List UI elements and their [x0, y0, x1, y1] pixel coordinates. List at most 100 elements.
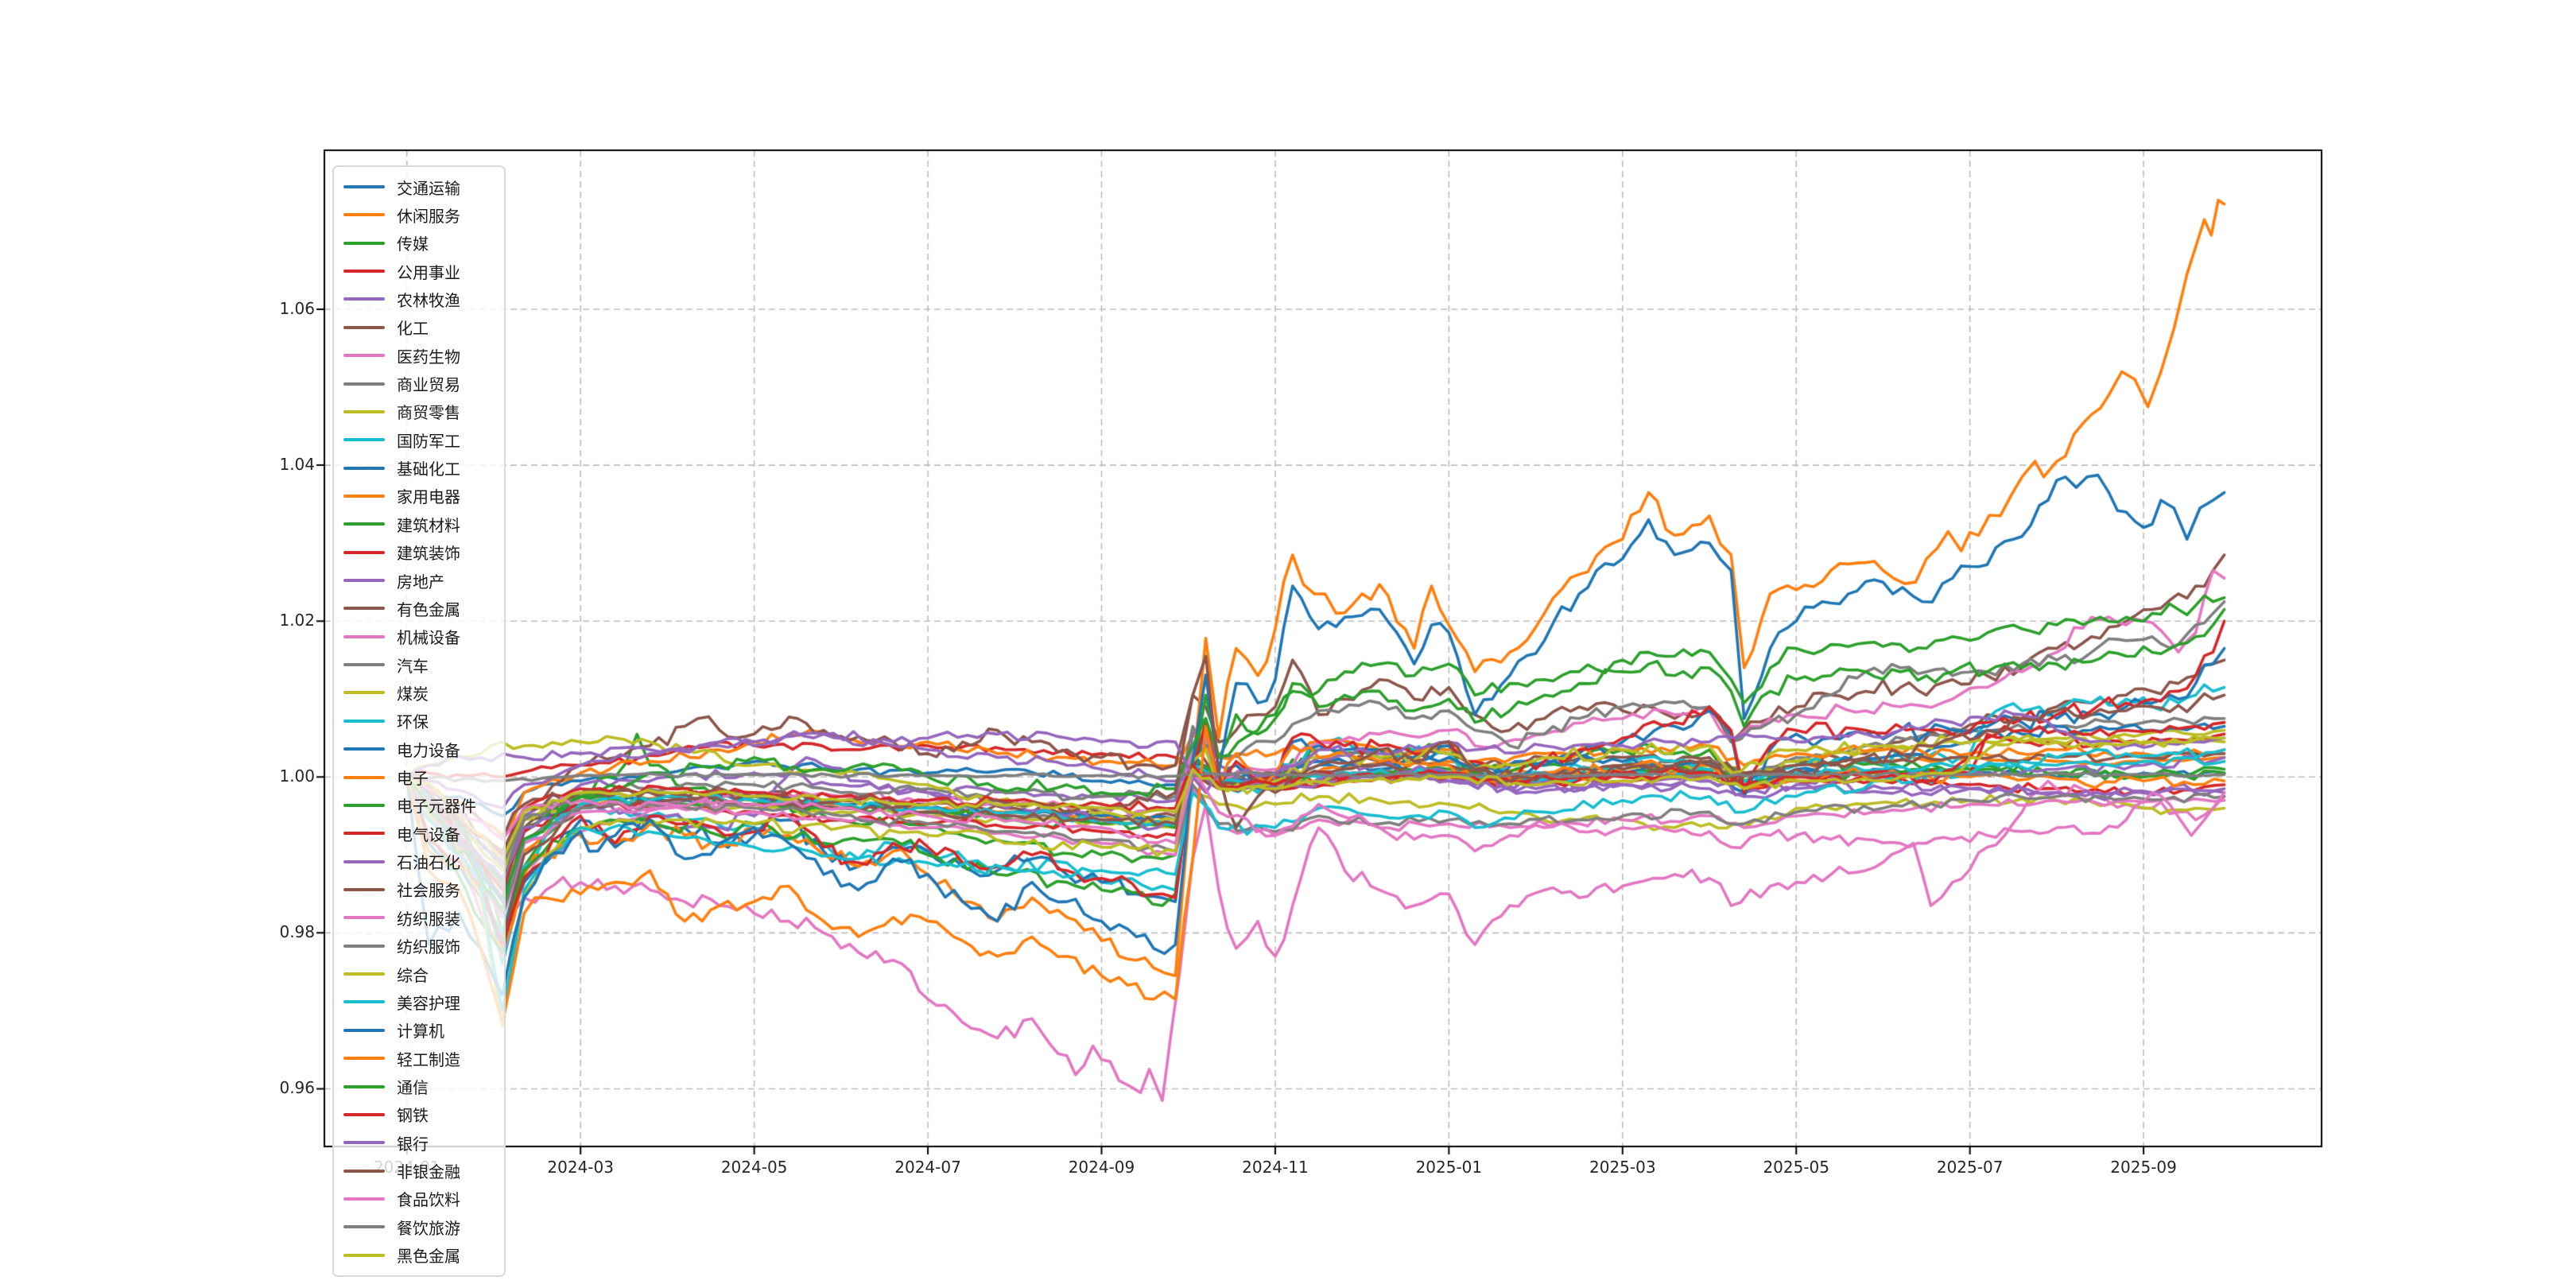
legend-line-swatch: [343, 185, 385, 188]
legend-item-label: 食品饮料: [397, 1187, 460, 1210]
legend-item: 有色金属: [334, 595, 504, 622]
legend-item-label: 社会服务: [397, 878, 460, 901]
legend-item-label: 有色金属: [397, 597, 460, 620]
legend-item: 纺织服装: [334, 904, 504, 931]
legend-item: 黑色金属: [334, 1242, 504, 1269]
legend-item-label: 纺织服装: [397, 906, 460, 929]
legend-line-swatch: [343, 551, 385, 554]
legend-item: 钢铁: [334, 1101, 504, 1128]
legend-item-label: 黑色金属: [397, 1243, 460, 1267]
legend-item: 建筑材料: [334, 510, 504, 537]
legend-item-label: 国防军工: [397, 429, 460, 452]
legend-line-swatch: [343, 297, 385, 301]
x-tick-label: 2024-11: [1212, 1158, 1339, 1177]
legend-line-swatch: [343, 438, 385, 441]
legend-item: 社会服务: [334, 876, 504, 903]
legend-item: 国防军工: [334, 426, 504, 453]
legend-item: 商贸零售: [334, 398, 504, 425]
legend-line-swatch: [343, 382, 385, 386]
legend-item-label: 石油石化: [397, 850, 460, 873]
legend-line-swatch: [343, 270, 385, 273]
legend-item-label: 环保: [397, 709, 429, 732]
legend-line-swatch: [343, 1000, 385, 1003]
legend-line-swatch: [343, 1254, 385, 1257]
legend-item: 房地产: [334, 567, 504, 594]
legend-item: 休闲服务: [334, 201, 504, 228]
legend-item-label: 家用电器: [397, 484, 460, 507]
legend-line-swatch: [343, 888, 385, 891]
legend-line-swatch: [343, 635, 385, 638]
legend-line-swatch: [343, 354, 385, 357]
legend-item: 商业贸易: [334, 370, 504, 398]
legend-item: 计算机: [334, 1017, 504, 1044]
legend-item-label: 商业贸易: [397, 372, 460, 395]
legend-item-label: 非银金融: [397, 1159, 460, 1182]
legend-line-swatch: [343, 663, 385, 666]
legend-item: 食品饮料: [334, 1185, 504, 1212]
legend-item: 交通运输: [334, 173, 504, 200]
legend-item-label: 电力设备: [397, 738, 460, 761]
legend-line-swatch: [343, 467, 385, 470]
legend-item: 美容护理: [334, 988, 504, 1015]
legend-line-swatch: [343, 1029, 385, 1032]
legend-line-swatch: [343, 522, 385, 526]
legend-item-label: 机械设备: [397, 625, 460, 648]
x-tick-label: 2024-05: [691, 1158, 818, 1177]
x-tick-label: 2024-09: [1038, 1158, 1165, 1177]
legend: 交通运输休闲服务传媒公用事业农林牧渔化工医药生物商业贸易商贸零售国防军工基础化工…: [332, 165, 506, 1277]
legend-item-label: 综合: [397, 963, 429, 986]
legend-item-label: 美容护理: [397, 991, 460, 1014]
legend-item: 公用事业: [334, 258, 504, 285]
legend-line-swatch: [343, 916, 385, 919]
legend-line-swatch: [343, 860, 385, 863]
legend-item: 家用电器: [334, 483, 504, 510]
legend-line-swatch: [343, 1170, 385, 1173]
legend-item: 机械设备: [334, 623, 504, 650]
legend-item-label: 电子元器件: [397, 793, 476, 817]
legend-item: 化工: [334, 314, 504, 341]
legend-line-swatch: [343, 579, 385, 582]
legend-item: 建筑装饰: [334, 539, 504, 566]
legend-line-swatch: [343, 747, 385, 751]
legend-item-label: 餐饮旅游: [397, 1216, 460, 1239]
legend-item-label: 交通运输: [397, 176, 460, 199]
legend-item: 餐饮旅游: [334, 1213, 504, 1240]
legend-item-label: 传媒: [397, 231, 429, 254]
legend-item: 纺织服饰: [334, 933, 504, 960]
legend-line-swatch: [343, 972, 385, 976]
legend-item: 通信: [334, 1073, 504, 1100]
legend-item-label: 银行: [397, 1131, 429, 1154]
x-tick-label: 2025-09: [2080, 1158, 2207, 1177]
legend-item: 环保: [334, 708, 504, 735]
legend-line-swatch: [343, 607, 385, 610]
legend-line-swatch: [343, 326, 385, 329]
x-tick-label: 2025-05: [1732, 1158, 1860, 1177]
legend-item-label: 建筑材料: [397, 513, 460, 536]
x-tick-label: 2024-07: [864, 1158, 991, 1177]
legend-item-label: 汽车: [397, 654, 429, 677]
legend-item-label: 纺织服饰: [397, 934, 460, 957]
legend-item: 电子元器件: [334, 792, 504, 819]
legend-item: 非银金融: [334, 1158, 504, 1185]
legend-item: 电力设备: [334, 735, 504, 762]
legend-item: 汽车: [334, 651, 504, 678]
y-tick-label: 1.00: [227, 766, 315, 786]
legend-item-label: 化工: [397, 316, 429, 339]
legend-item-label: 建筑装饰: [397, 541, 460, 564]
y-tick-label: 1.06: [227, 299, 315, 318]
legend-item: 电子: [334, 764, 504, 791]
legend-item: 煤炭: [334, 679, 504, 706]
legend-item: 基础化工: [334, 455, 504, 482]
figure: strategy industry excess ret: (20240102,…: [0, 0, 2576, 1288]
legend-line-swatch: [343, 1113, 385, 1116]
y-tick-label: 1.04: [227, 455, 315, 474]
legend-line-swatch: [343, 804, 385, 807]
y-tick-label: 1.02: [227, 611, 315, 630]
legend-item-label: 钢铁: [397, 1103, 429, 1126]
legend-item-label: 电子: [397, 766, 429, 789]
legend-item-label: 医药生物: [397, 344, 460, 367]
legend-item-label: 农林牧渔: [397, 288, 460, 311]
legend-item: 轻工制造: [334, 1045, 504, 1072]
legend-item-label: 轻工制造: [397, 1047, 460, 1070]
legend-line-swatch: [343, 1057, 385, 1060]
